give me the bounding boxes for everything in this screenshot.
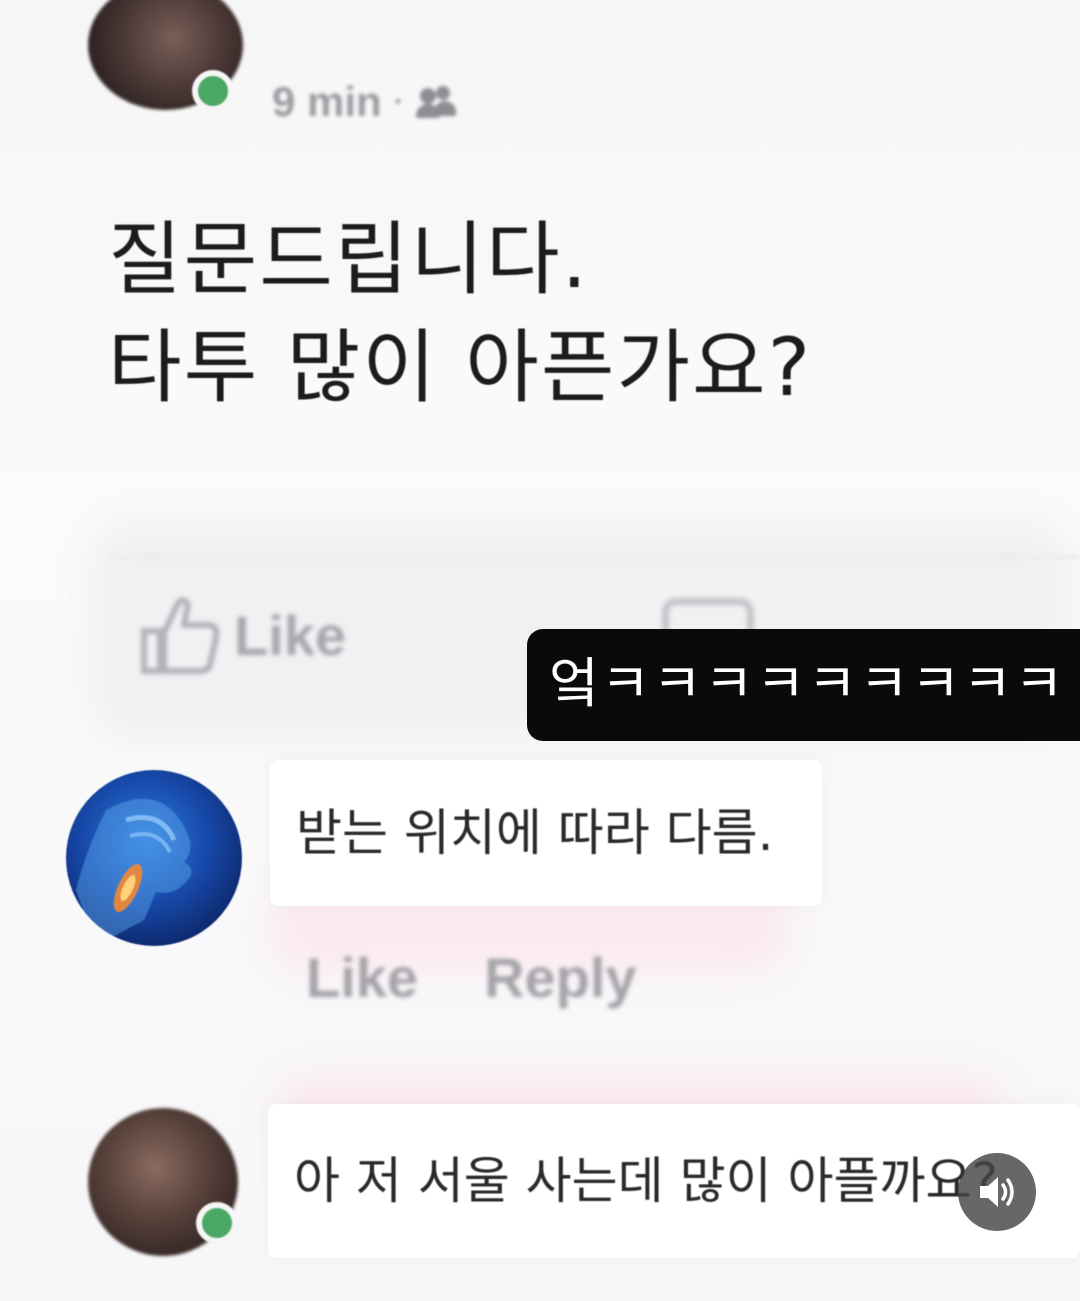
comment-text: 받는 위치에 따라 다름. [296,804,774,862]
commenter-avatar[interactable] [66,770,242,946]
comment-bubble: 아 저 서울 사는데 많이 아플까요? [268,1104,1080,1258]
online-status-dot [196,1202,238,1244]
comment-reply-button[interactable]: Reply [484,945,637,1010]
overlay-caption-text: 엌ㅋㅋㅋㅋㅋㅋㅋㅋㅋ [549,652,1066,715]
thumbs-up-icon [141,597,220,674]
post-meta: 9 min · [272,78,456,126]
post-body: 질문드립니다. 타투 많이 아픈가요? [108,206,812,422]
screenshot-canvas: 9 min · 질문드립니다. 타투 많이 아픈가요? Like 엌ㅋㅋㅋㅋㅋㅋ… [0,0,1080,1301]
comment-text: 아 저 서울 사는데 많이 아플까요? [294,1152,999,1210]
post-line: 질문드립니다. [108,213,590,306]
divider [110,555,1080,559]
overlay-caption: 엌ㅋㅋㅋㅋㅋㅋㅋㅋㅋ [527,629,1080,741]
audio-toggle-button[interactable] [958,1153,1036,1231]
post-time[interactable]: 9 min [272,78,382,126]
throat-illustration [76,798,192,946]
online-status-dot [192,70,234,112]
like-button[interactable]: Like [138,595,346,675]
comment-bubble: 받는 위치에 따라 다름. [270,760,822,906]
speaker-icon [980,1177,1014,1207]
meta-separator: · [393,85,404,118]
friends-icon [415,84,456,120]
comment-like-button[interactable]: Like [306,945,418,1010]
post-line: 타투 많이 아픈가요? [108,321,813,414]
like-label: Like [234,603,347,667]
comment-actions: Like Reply [306,945,637,1010]
